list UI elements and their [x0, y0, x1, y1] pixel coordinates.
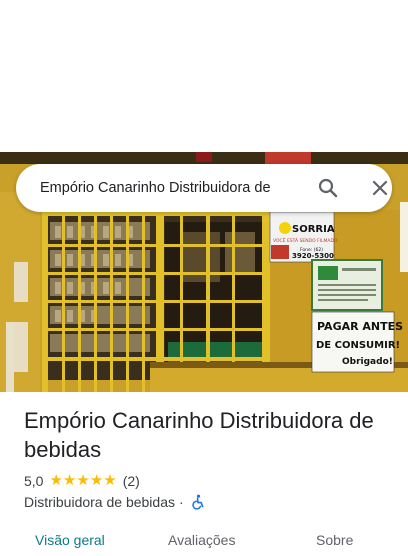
- svg-text:3920-5300: 3920-5300: [292, 252, 334, 260]
- star-icon: ★: [49, 472, 63, 489]
- rating-stars: ★ ★ ★ ★ ★: [49, 473, 116, 489]
- place-title: Empório Canarinho Distribuidora de bebid…: [24, 408, 374, 462]
- search-bar[interactable]: Empório Canarinho Distribuidora de: [16, 164, 392, 212]
- review-count[interactable]: (2): [123, 473, 140, 489]
- star-icon: ★: [89, 472, 104, 489]
- search-input[interactable]: Empório Canarinho Distribuidora de: [40, 164, 302, 212]
- rating-row[interactable]: 5,0 ★ ★ ★ ★ ★ (2): [24, 471, 140, 491]
- place-tabs: Visão geral Avaliações Sobre: [0, 526, 408, 556]
- place-category: Distribuidora de bebidas: [24, 494, 175, 510]
- search-icon[interactable]: [316, 176, 340, 200]
- svg-text:PAGAR ANTES: PAGAR ANTES: [317, 320, 403, 333]
- tab-about[interactable]: Sobre: [316, 532, 353, 548]
- rating-value: 5,0: [24, 473, 44, 489]
- star-icon: ★: [62, 472, 77, 489]
- svg-text:DE CONSUMIR!: DE CONSUMIR!: [316, 340, 400, 351]
- close-icon[interactable]: [368, 176, 392, 200]
- tab-overview[interactable]: Visão geral: [35, 532, 105, 548]
- star-icon: ★: [103, 472, 117, 489]
- svg-text:SORRIA: SORRIA: [292, 224, 335, 235]
- tab-reviews[interactable]: Avaliações: [168, 532, 235, 548]
- category-row: Distribuidora de bebidas ·: [24, 492, 206, 512]
- separator-dot: ·: [178, 494, 184, 510]
- star-icon: ★: [76, 472, 90, 489]
- svg-text:Obrigado!: Obrigado!: [342, 357, 393, 367]
- wheelchair-icon[interactable]: [190, 494, 206, 510]
